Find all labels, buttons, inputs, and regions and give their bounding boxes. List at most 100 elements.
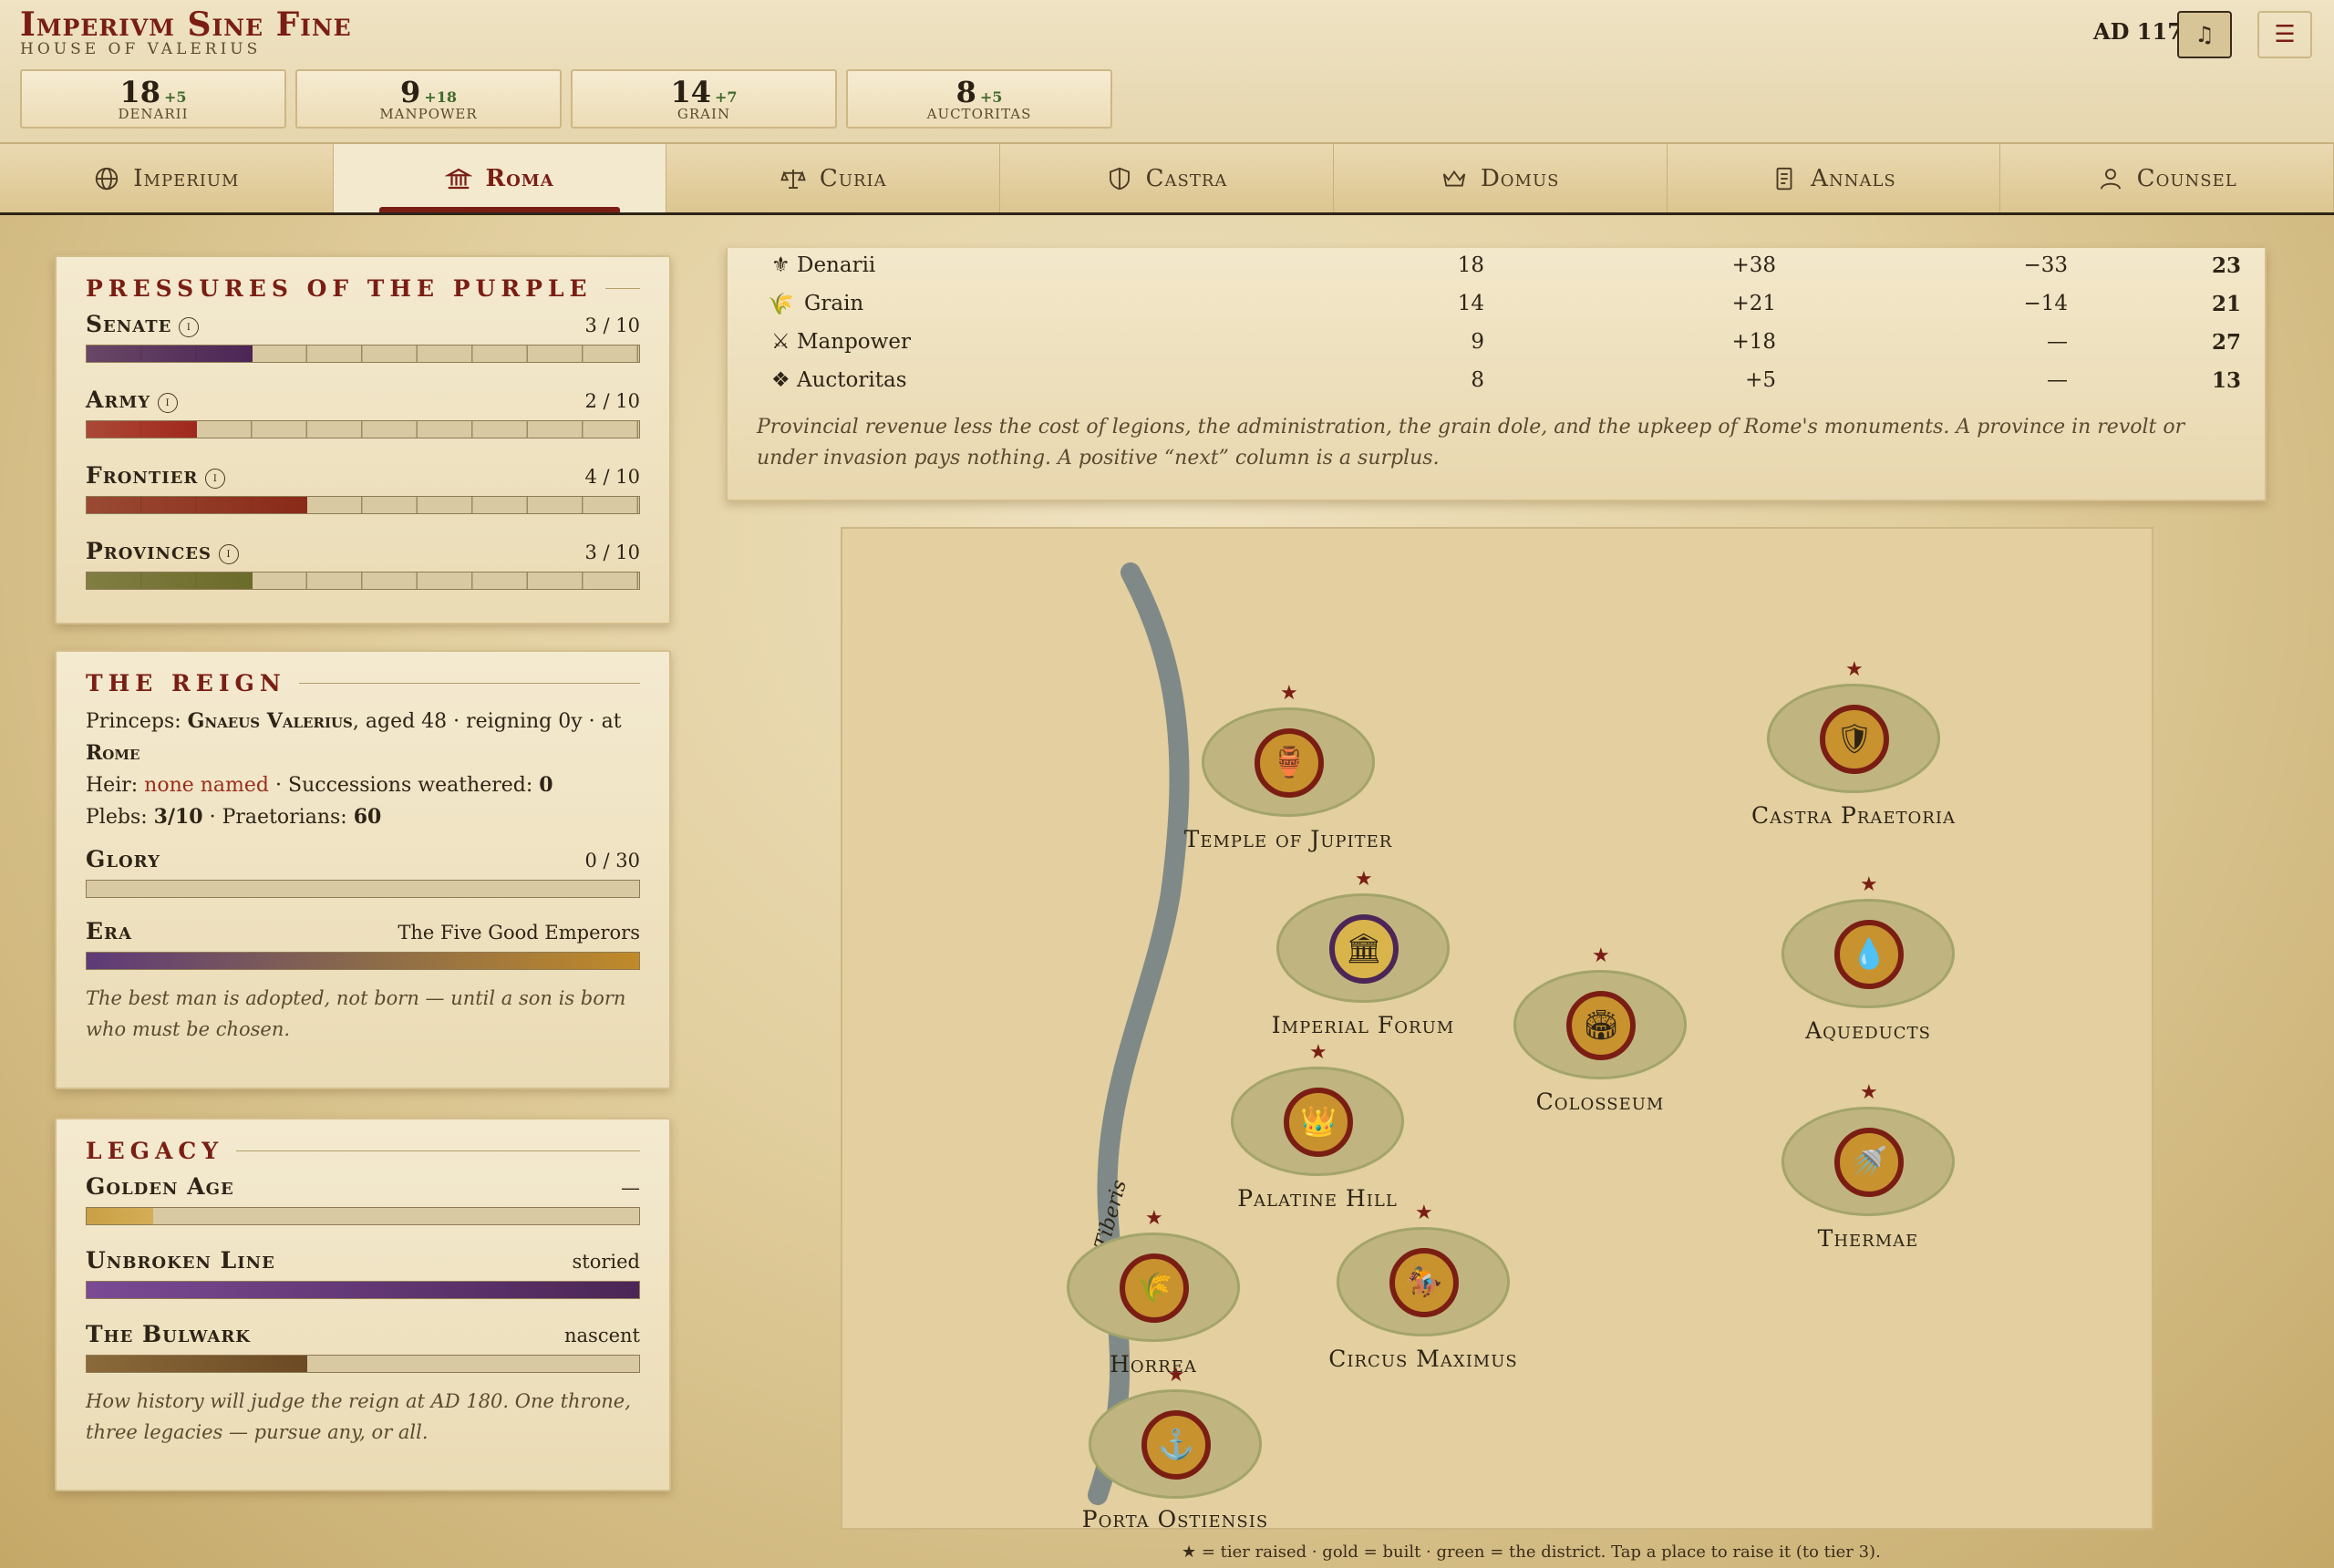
resource-name: GRAIN: [676, 106, 731, 122]
crown-icon: 👑: [1284, 1088, 1353, 1157]
ledger-name: Grain: [804, 292, 864, 315]
tab-curia[interactable]: Curia: [666, 144, 1001, 212]
place-label: Colosseum: [1535, 1088, 1665, 1115]
chariot-icon: 🏇: [1389, 1248, 1459, 1317]
meter-value: —: [621, 1177, 640, 1199]
top-bar: Imperivm Sine Fine HOUSE OF VALERIUS 18 +…: [0, 0, 2334, 144]
ledger-row-denarii: ⚜ Denarii 18 +38 −33 23: [728, 253, 2265, 292]
meter-fill: [87, 346, 253, 362]
successions-label: Successions weathered:: [288, 774, 533, 797]
ledger-name: Manpower: [797, 330, 911, 354]
info-icon[interactable]: i: [219, 544, 240, 564]
meter-label: Glory: [86, 846, 160, 872]
tab-label: Roma: [485, 164, 554, 192]
meter-label: Provinces: [86, 538, 212, 564]
info-icon[interactable]: i: [179, 317, 200, 337]
resource-manpower[interactable]: 9 +18 MANPOWER: [295, 69, 562, 129]
temple-icon: [445, 168, 473, 189]
ledger-note: Provincial revenue less the cost of legi…: [757, 416, 2185, 469]
era-value: The Five Good Emperors: [398, 922, 640, 944]
resource-value: 18: [119, 75, 160, 109]
tier-star-icon: ★: [1280, 682, 1298, 705]
current-year: AD 117: [2093, 18, 2183, 45]
tab-imperium[interactable]: Imperium: [0, 144, 334, 212]
meter-fill: [87, 573, 253, 589]
place-temple-of-jupiter[interactable]: ★ 🏺 Temple of Jupiter: [1184, 682, 1392, 852]
meter-value: 4 / 10: [584, 466, 640, 488]
music-icon: ♫: [2195, 22, 2215, 47]
glory-bar: [86, 880, 640, 898]
ledger-income: +5: [1745, 368, 1776, 392]
heir-link[interactable]: none named: [144, 774, 269, 797]
resource-denarii[interactable]: 18 +5 DENARII: [20, 69, 286, 129]
place-label: Temple of Jupiter: [1183, 826, 1393, 852]
tab-label: Counsel: [2136, 164, 2237, 192]
place-label: Palatine Hill: [1237, 1185, 1398, 1212]
ledger-upkeep: —: [2047, 330, 2068, 354]
meter-fill: [87, 1282, 639, 1298]
main-tabs: Imperium Roma Curia Castra Domus Annals …: [0, 144, 2334, 215]
unbroken-line-bar: [86, 1281, 640, 1299]
tier-star-icon: ★: [1860, 873, 1878, 896]
place-label: Circus Maximus: [1328, 1346, 1518, 1372]
resource-delta: +5: [979, 88, 1003, 106]
rome-city-map: Tiberis ★ 🏺 Temple of Jupiter ★ 🛡 Castra…: [841, 527, 2153, 1532]
ledger-name: Denarii: [797, 253, 876, 277]
shield-icon: 🛡: [1820, 705, 1889, 774]
tier-star-icon: ★: [1860, 1081, 1878, 1104]
resource-name: AUCTORITAS: [926, 106, 1032, 122]
menu-button[interactable]: ☰: [2257, 11, 2312, 58]
meter-value: 2 / 10: [584, 390, 640, 412]
tab-counsel[interactable]: Counsel: [2000, 144, 2334, 212]
panel-title: LEGACY: [86, 1138, 640, 1164]
place-aqueducts[interactable]: ★ 💧 Aqueducts: [1781, 873, 1955, 1044]
info-icon[interactable]: i: [205, 469, 226, 489]
place-castra-praetoria[interactable]: ★ 🛡 Castra Praetoria: [1751, 658, 1955, 829]
resource-auctoritas[interactable]: 8 +5 AUCTORITAS: [846, 69, 1112, 129]
place-colosseum[interactable]: ★ 🏟 Colosseum: [1513, 944, 1687, 1115]
tab-label: Domus: [1480, 164, 1560, 192]
ledger-next: 21: [2211, 292, 2241, 316]
meter-label: Frontier: [86, 462, 199, 489]
plebs-label: Plebs:: [86, 806, 148, 829]
resource-delta: +18: [424, 88, 457, 106]
place-label: Thermae: [1817, 1225, 1919, 1252]
tab-annals[interactable]: Annals: [1668, 144, 2001, 212]
praetorians-value: 60: [353, 805, 382, 829]
place-palatine-hill[interactable]: ★ 👑 Palatine Hill: [1231, 1041, 1404, 1212]
place-horrea[interactable]: ★ 🌾 Horrea: [1067, 1207, 1240, 1377]
tab-label: Castra: [1145, 164, 1228, 192]
meter-label: Era: [86, 918, 132, 944]
princeps-age: , aged 48 · reigning 0y · at: [352, 710, 622, 733]
menu-icon: ☰: [2274, 21, 2296, 48]
ledger-row-grain: 🌾 Grain 14 +21 −14 21: [728, 292, 2265, 330]
shield-icon: [1109, 167, 1130, 190]
grain-icon: 🌾: [1120, 1253, 1189, 1323]
ledger-upkeep: −14: [2023, 292, 2068, 315]
tier-star-icon: ★: [1415, 1202, 1433, 1224]
place-thermae[interactable]: ★ 🚿 Thermae: [1781, 1081, 1955, 1252]
place-imperial-forum[interactable]: ★ 🏛 Imperial Forum: [1272, 868, 1453, 1038]
tier-star-icon: ★: [1592, 944, 1610, 967]
ledger-next: 23: [2211, 253, 2241, 278]
tab-roma[interactable]: Roma: [333, 144, 667, 212]
princeps-label: Princeps:: [86, 710, 181, 733]
ledger-now: 18: [1457, 253, 1484, 277]
frontier-bar: [86, 496, 640, 514]
ledger-income: +21: [1731, 292, 1776, 315]
info-icon[interactable]: i: [158, 393, 179, 413]
meter-value: 3 / 10: [584, 315, 640, 336]
resource-grain[interactable]: 14 +7 GRAIN: [571, 69, 837, 129]
meter-value: nascent: [564, 1325, 640, 1346]
ledger-now: 8: [1471, 368, 1484, 392]
place-porta-ostiensis[interactable]: ★ ⚓ Porta Ostiensis: [1082, 1364, 1267, 1532]
provinces-bar: [86, 572, 640, 590]
house-name: HOUSE OF VALERIUS: [20, 40, 262, 58]
music-toggle-button[interactable]: ♫: [2177, 11, 2232, 58]
golden-age-bar: [86, 1207, 640, 1225]
place-circus-maximus[interactable]: ★ 🏇 Circus Maximus: [1328, 1202, 1516, 1372]
tab-domus[interactable]: Domus: [1334, 144, 1668, 212]
tab-castra[interactable]: Castra: [1000, 144, 1334, 212]
resource-value: 9: [400, 75, 421, 109]
place-label: Aqueducts: [1805, 1017, 1931, 1044]
